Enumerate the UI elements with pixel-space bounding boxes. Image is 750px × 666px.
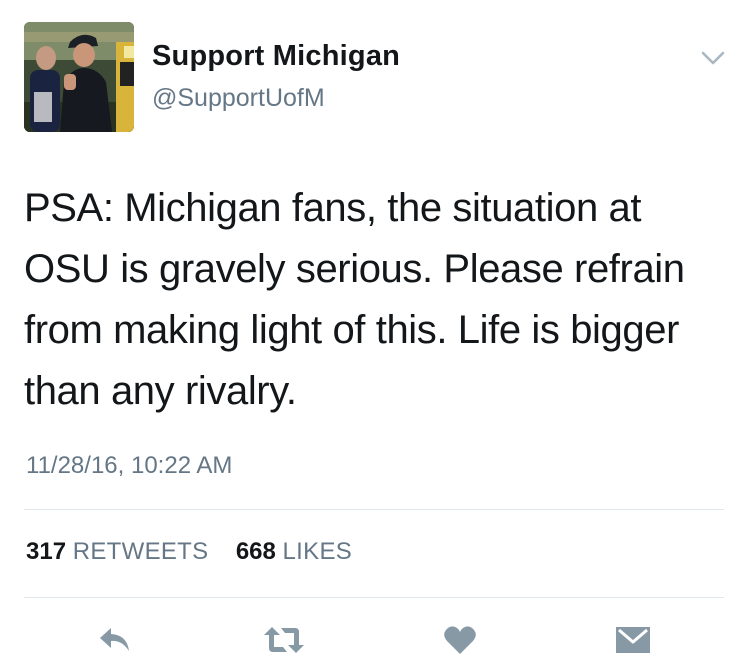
avatar-photo <box>24 22 134 132</box>
tweet-detail: Support Michigan @SupportUofM PSA: Michi… <box>0 0 750 666</box>
retweet-icon <box>264 627 304 653</box>
tweet-text-line: from making light of this. Life is bigge… <box>24 308 680 352</box>
direct-message-button[interactable] <box>611 620 655 660</box>
avatar[interactable] <box>24 22 134 132</box>
tweet-text-line: PSA: Michigan fans, the situation at <box>24 186 642 230</box>
engagement-stats: 317 RETWEETS 668 LIKES <box>26 538 352 566</box>
tweet-text-line: than any rivalry. <box>24 369 297 413</box>
divider <box>24 597 724 598</box>
retweets-stat[interactable]: 317 RETWEETS <box>26 538 215 565</box>
divider <box>24 509 724 510</box>
likes-label: LIKES <box>282 538 353 565</box>
like-button[interactable] <box>438 620 482 660</box>
reply-icon <box>100 628 129 651</box>
retweets-count: 317 <box>26 538 67 565</box>
tweet-text-line: OSU is gravely serious. Please refrain <box>24 247 685 291</box>
heart-icon <box>444 626 476 654</box>
tweet-text: PSA: Michigan fans, the situation at OSU… <box>24 178 732 422</box>
likes-count: 668 <box>235 538 276 565</box>
display-name[interactable]: Support Michigan <box>152 40 400 73</box>
reply-button[interactable] <box>93 620 137 660</box>
likes-stat[interactable]: 668 LIKES <box>236 538 352 565</box>
chevron-down-icon[interactable] <box>700 48 726 68</box>
retweets-label: RETWEETS <box>72 538 209 565</box>
user-handle[interactable]: @SupportUofM <box>152 84 325 113</box>
timestamp[interactable]: 11/28/16, 10:22 AM <box>26 452 232 480</box>
envelope-icon <box>616 627 650 653</box>
retweet-button[interactable] <box>262 620 306 660</box>
